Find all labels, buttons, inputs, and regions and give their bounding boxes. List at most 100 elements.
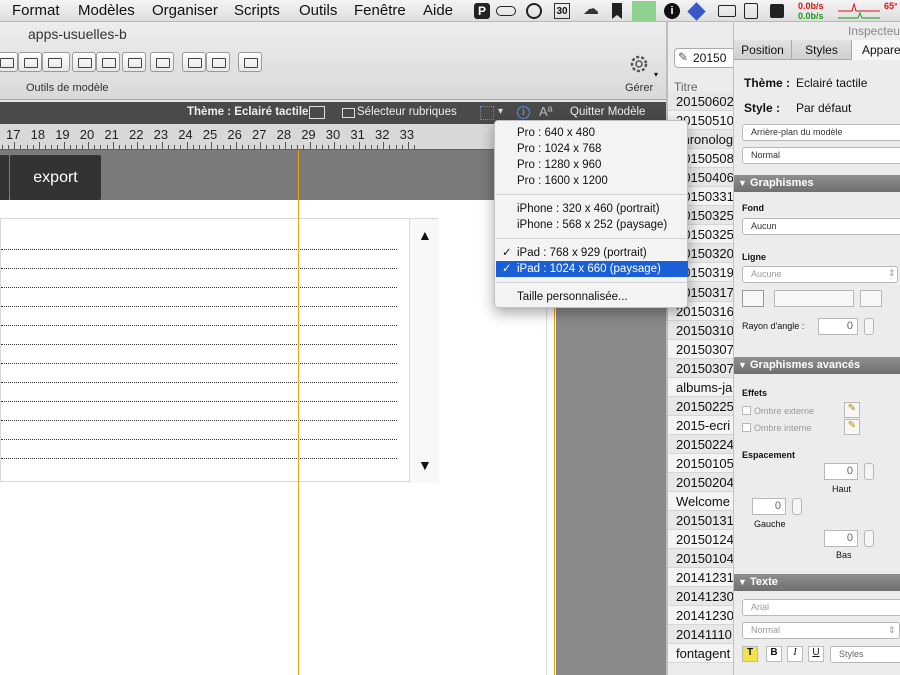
brush-icon[interactable]: ✎ <box>844 419 860 435</box>
spacing-bottom-stepper[interactable] <box>864 530 874 547</box>
guide-line[interactable] <box>298 150 299 675</box>
line-select[interactable]: Aucune <box>742 266 898 283</box>
export-button[interactable]: export <box>10 155 101 200</box>
tab-prev[interactable] <box>0 155 9 200</box>
info-icon[interactable]: i <box>664 3 680 19</box>
spacing-left-input[interactable]: 0 <box>752 498 786 515</box>
tool-portal-icon[interactable] <box>182 52 206 72</box>
record-row[interactable]: Welcome <box>668 492 735 512</box>
tool-tab-icon[interactable] <box>72 52 96 72</box>
tool-rect-icon[interactable] <box>0 52 18 72</box>
menu-aide[interactable]: Aide <box>423 2 453 19</box>
menu-item-pro-640[interactable]: Pro : 640 x 480 <box>496 125 688 141</box>
tool-button-icon[interactable] <box>18 52 42 72</box>
app-icon[interactable] <box>770 4 784 18</box>
manage-label[interactable]: Gérer <box>625 82 653 94</box>
record-row[interactable]: 20141230 <box>668 606 735 626</box>
gear-icon[interactable] <box>627 52 651 76</box>
menu-outils[interactable]: Outils <box>299 2 337 19</box>
menu-item-pro-1024[interactable]: Pro : 1024 x 768 <box>496 141 688 157</box>
menu-item-ipad-landscape[interactable]: ✓ iPad : 1024 x 660 (paysage) <box>496 261 688 277</box>
bold-button[interactable]: B <box>766 646 782 662</box>
spacing-top-stepper[interactable] <box>864 463 874 480</box>
record-row[interactable]: 20150307 <box>668 339 735 359</box>
menu-organiser[interactable]: Organiser <box>152 2 218 19</box>
menu-item-custom-size[interactable]: Taille personnalisée... <box>496 289 688 305</box>
record-row[interactable]: 20150204 <box>668 473 735 492</box>
format-painter-icon[interactable] <box>238 52 262 72</box>
outer-shadow-checkbox[interactable]: Ombre externe <box>742 406 814 416</box>
bookmark-icon[interactable] <box>612 3 622 19</box>
radius-input[interactable]: 0 <box>818 318 858 335</box>
record-row[interactable]: 20150307 <box>668 358 735 378</box>
text-color-button[interactable]: T <box>742 646 758 662</box>
calendar-icon[interactable]: 30 <box>554 3 570 19</box>
tool-webviewer-icon[interactable] <box>150 52 174 72</box>
italic-button[interactable]: I <box>787 646 803 662</box>
tool-chart-icon[interactable] <box>122 52 146 72</box>
menu-fenetre[interactable]: Fenêtre <box>354 2 406 19</box>
record-row[interactable]: albums-ja <box>668 377 735 397</box>
portal-scrollbar[interactable]: ▲ ▼ <box>409 219 439 483</box>
portal-list[interactable]: ▲ ▼ <box>0 218 439 483</box>
window-icon[interactable] <box>744 3 758 19</box>
radius-stepper[interactable] <box>864 318 874 335</box>
record-row[interactable]: 2015-ecri <box>668 415 735 435</box>
chevron-down-icon[interactable]: ▾ <box>498 106 503 117</box>
tab-position[interactable]: Position <box>734 40 792 60</box>
theme-label[interactable]: Thème : Eclairé tactile <box>187 106 308 118</box>
timer-icon[interactable] <box>526 3 542 19</box>
object-select[interactable]: Arrière-plan du modèle <box>742 124 900 141</box>
tool-button-bar-icon[interactable] <box>42 52 70 72</box>
record-row[interactable]: 20150225 <box>668 396 735 416</box>
record-row[interactable]: 20150124 <box>668 530 735 550</box>
underline-button[interactable]: U <box>808 646 824 662</box>
scroll-up-icon[interactable]: ▲ <box>418 227 432 243</box>
field-picker-icon[interactable] <box>342 108 355 118</box>
scroll-down-icon[interactable]: ▼ <box>418 457 432 473</box>
tool-field-icon[interactable] <box>206 52 230 72</box>
field-picker-button[interactable]: Sélecteur rubriques <box>357 106 457 118</box>
menu-scripts[interactable]: Scripts <box>234 2 280 19</box>
section-graphics[interactable]: Graphismes <box>734 175 900 192</box>
record-row[interactable]: 20141110 <box>668 625 735 645</box>
menu-format[interactable]: Format <box>12 2 60 19</box>
inner-shadow-checkbox[interactable]: Ombre interne <box>742 423 812 433</box>
spacing-left-stepper[interactable] <box>792 498 802 515</box>
text-styles-button[interactable]: Styles <box>830 646 900 663</box>
cloud-icon[interactable]: ☁ <box>583 2 599 19</box>
state-select[interactable]: Normal <box>742 147 900 164</box>
section-advanced-graphics[interactable]: Graphismes avancés <box>734 357 900 374</box>
theme-icon[interactable] <box>309 106 325 119</box>
spacing-bottom-input[interactable]: 0 <box>824 530 858 547</box>
record-row[interactable]: 20150310 <box>668 320 735 340</box>
display-icon[interactable] <box>718 5 736 17</box>
weight-select[interactable]: Normal <box>742 622 900 639</box>
menu-item-iphone-portrait[interactable]: iPhone : 320 x 460 (portrait) <box>496 201 688 217</box>
record-row[interactable]: 20150105 <box>668 453 735 473</box>
menu-item-pro-1280[interactable]: Pro : 1280 x 960 <box>496 157 688 173</box>
menu-item-ipad-portrait[interactable]: ✓ iPad : 768 x 929 (portrait) <box>496 245 688 261</box>
exit-layout-button[interactable]: Quitter Modèle <box>570 106 645 118</box>
menu-modeles[interactable]: Modèles <box>78 2 135 19</box>
border-sides-icon[interactable] <box>774 290 854 307</box>
info-icon[interactable]: i <box>517 106 530 119</box>
tool-slide-icon[interactable] <box>96 52 120 72</box>
fill-select[interactable]: Aucun <box>742 218 900 235</box>
record-row[interactable]: 20150104 <box>668 549 735 569</box>
menu-item-iphone-landscape[interactable]: iPhone : 568 x 252 (paysage) <box>496 217 688 233</box>
record-row[interactable]: fontagent <box>668 644 735 664</box>
cpu-meter-icon[interactable] <box>632 1 656 21</box>
border-inner-icon[interactable] <box>860 290 882 307</box>
tab-appearance[interactable]: Appare <box>852 40 900 60</box>
record-row[interactable]: 20150131 <box>668 511 735 531</box>
brush-icon[interactable]: ✎ <box>844 402 860 418</box>
border-all-icon[interactable] <box>742 290 764 307</box>
text-format-icon[interactable]: Aª <box>539 104 552 119</box>
device-size-icon[interactable] <box>480 106 494 120</box>
tab-styles[interactable]: Styles <box>792 40 852 60</box>
diamond-icon[interactable] <box>687 2 706 21</box>
menu-item-pro-1600[interactable]: Pro : 1600 x 1200 <box>496 173 688 189</box>
section-text[interactable]: Texte <box>734 574 900 591</box>
font-select[interactable]: Arial <box>742 599 900 616</box>
